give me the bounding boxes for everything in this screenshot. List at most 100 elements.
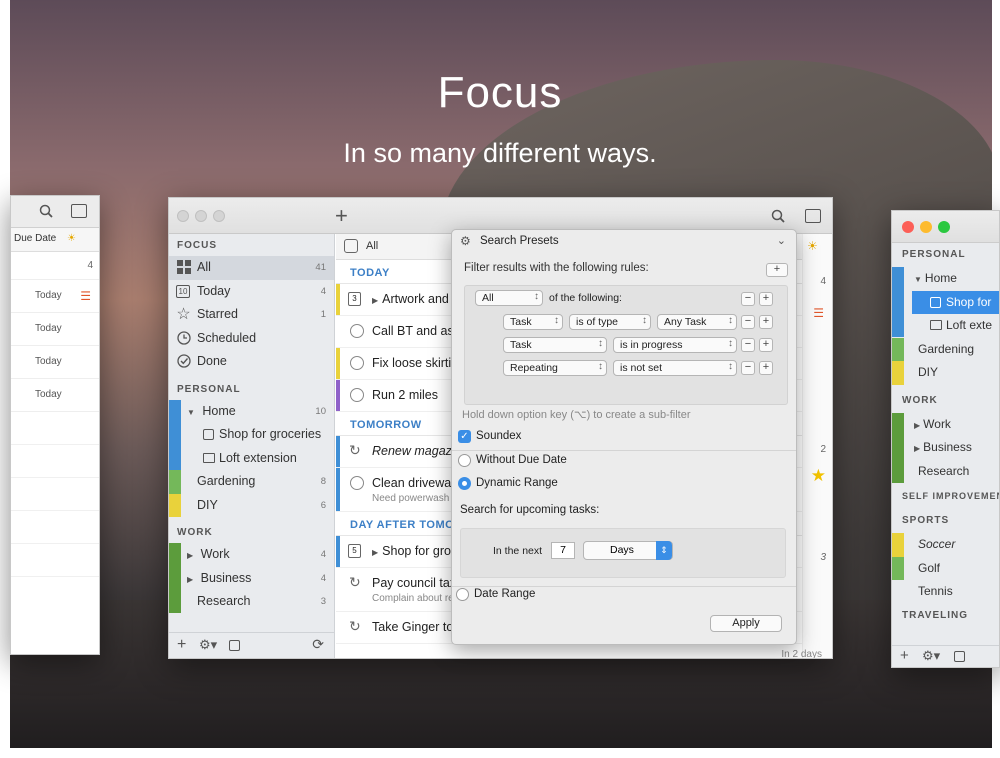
sidebar-item-label: Today <box>197 283 231 298</box>
disclosure-triangle-icon[interactable]: ▼ <box>187 408 195 417</box>
sidebar-item-gardening[interactable]: Gardening 8 <box>169 470 334 494</box>
sidebar-item-shop-for-groceries[interactable]: Shop for groceries <box>169 423 334 447</box>
sidebar-item-business[interactable]: ▶ Business 4 <box>169 567 334 591</box>
close-button[interactable] <box>177 210 189 222</box>
add-icon[interactable]: + <box>900 647 909 664</box>
remove-rule-button[interactable]: − <box>741 315 755 329</box>
star-icon[interactable]: ★ <box>811 466 826 486</box>
sidebar-item-home[interactable]: ▼ Home <box>892 267 999 337</box>
minimize-button[interactable] <box>195 210 207 222</box>
add-icon[interactable]: + <box>177 636 186 654</box>
add-rule-button[interactable]: + <box>759 292 773 306</box>
task-checkbox[interactable] <box>350 388 364 402</box>
unit-select[interactable]: Days ⇕ <box>583 541 673 560</box>
add-rule-button[interactable]: + <box>759 361 773 375</box>
rule-operator-select[interactable]: is not set <box>613 360 737 376</box>
sidebar-toggle-icon[interactable] <box>71 204 87 218</box>
list-item[interactable]: Today ☰ <box>11 280 99 313</box>
sidebar-toggle-icon[interactable] <box>805 209 821 223</box>
disclosure-triangle-icon[interactable]: ▶ <box>187 575 193 584</box>
add-rule-button[interactable]: + <box>759 338 773 352</box>
task-checkbox[interactable] <box>350 324 364 338</box>
match-select[interactable]: All <box>475 290 543 306</box>
sidebar-item-label: DIY <box>197 497 218 512</box>
disclosure-triangle-icon[interactable]: ▶ <box>187 551 193 560</box>
disclosure-triangle-icon[interactable]: ▶ <box>914 444 920 453</box>
sidebar-item-done[interactable]: Done <box>169 350 334 374</box>
search-icon[interactable] <box>39 204 53 223</box>
sidebar-item-diy[interactable]: DIY 6 <box>169 493 334 517</box>
sidebar-item-gardening[interactable]: Gardening <box>892 337 999 361</box>
rule-operator-select[interactable]: is in progress <box>613 337 737 353</box>
list-item[interactable]: Today <box>11 313 99 346</box>
add-task-icon[interactable]: + <box>335 203 348 229</box>
filter-icon[interactable] <box>344 239 358 253</box>
sidebar-item-loft-extension[interactable]: Loft extension <box>169 447 334 471</box>
sidebar-item-research[interactable]: Research 3 <box>169 590 334 614</box>
remove-rule-button[interactable]: − <box>741 292 755 306</box>
sidebar-item-tennis[interactable]: Tennis <box>892 580 999 604</box>
sidebar-item-all[interactable]: All 41 <box>169 256 334 280</box>
calendar-icon[interactable] <box>954 651 965 662</box>
disclosure-triangle-icon[interactable]: ▶ <box>372 548 378 557</box>
sort-label: Due Date <box>14 233 57 244</box>
sun-icon[interactable]: ☀ <box>67 233 76 244</box>
remove-rule-button[interactable]: − <box>741 338 755 352</box>
rule-field-select[interactable]: Repeating <box>503 360 607 376</box>
minimize-button[interactable] <box>920 221 932 233</box>
calendar-icon: 10 <box>176 284 190 298</box>
sidebar-item-business[interactable]: ▶ Business <box>892 436 999 460</box>
sidebar-item-label: Gardening <box>197 474 256 488</box>
sidebar-item-today[interactable]: 10 Today 4 <box>169 280 334 304</box>
calendar-icon[interactable] <box>229 640 240 651</box>
rule-field-select[interactable]: Task <box>503 337 607 353</box>
list-item[interactable]: Today <box>11 346 99 379</box>
without-due-date-radio[interactable]: Without Due Date <box>458 454 567 467</box>
sidebar-item-shop-for[interactable]: Shop for <box>912 290 999 314</box>
chevron-down-icon[interactable]: ⌄ <box>777 234 786 247</box>
sun-icon[interactable]: ☀ <box>807 239 818 253</box>
sidebar-item-scheduled[interactable]: Scheduled <box>169 327 334 351</box>
sidebar-item-golf[interactable]: Golf <box>892 556 999 580</box>
add-rule-button[interactable]: + <box>759 315 773 329</box>
hero-title: Focus <box>437 68 563 117</box>
sidebar-item-work[interactable]: ▶ Work 4 <box>169 543 334 613</box>
task-checkbox[interactable] <box>350 476 364 490</box>
task-checkbox[interactable] <box>350 356 364 370</box>
sync-icon[interactable]: ⟳ <box>312 636 324 653</box>
zoom-button[interactable] <box>938 221 950 233</box>
sidebar-header-self-improvement: Self Improvement <box>902 491 1000 501</box>
soundex-checkbox[interactable]: ✓ Soundex <box>458 430 521 443</box>
sidebar-item-home[interactable]: ▼ Home 10 <box>169 399 334 494</box>
sidebar-item-diy[interactable]: DIY <box>892 361 999 385</box>
rule-operator-select[interactable]: is of type <box>569 314 651 330</box>
search-icon[interactable] <box>771 209 785 228</box>
task-title: Run 2 miles <box>372 388 438 402</box>
remove-rule-button[interactable]: − <box>741 361 755 375</box>
apply-button[interactable]: Apply <box>710 615 782 632</box>
sidebar-item-work[interactable]: ▶ Work <box>892 412 999 483</box>
left-sort-filter[interactable]: Due Date ☀ <box>11 228 99 252</box>
task-title: Clean driveway <box>372 476 458 490</box>
days-count-input[interactable]: 7 <box>551 542 575 559</box>
disclosure-triangle-icon[interactable]: ▶ <box>914 421 920 430</box>
sidebar-item-starred[interactable]: ☆ Starred 1 <box>169 303 334 327</box>
zoom-button[interactable] <box>213 210 225 222</box>
disclosure-triangle-icon[interactable]: ▶ <box>372 296 378 305</box>
close-button[interactable] <box>902 221 914 233</box>
sidebar-item-loft-extension[interactable]: Loft exte <box>892 314 999 338</box>
sidebar-item-research[interactable]: Research <box>892 460 999 484</box>
sidebar-item-soccer[interactable]: Soccer <box>892 533 999 557</box>
rule-field-select[interactable]: Task <box>503 314 563 330</box>
list-item[interactable]: Today <box>11 379 99 412</box>
add-rule-button[interactable]: + <box>766 263 788 277</box>
filter-settings-icon: ⚙ <box>460 234 471 248</box>
date-range-radio[interactable]: Date Range <box>456 588 535 601</box>
gear-icon[interactable]: ⚙▾ <box>199 637 217 653</box>
gear-icon[interactable]: ⚙▾ <box>922 648 940 664</box>
sidebar-item-label: Business <box>923 440 972 454</box>
disclosure-triangle-icon[interactable]: ▼ <box>914 275 922 284</box>
dynamic-range-radio[interactable]: Dynamic Range <box>458 477 558 490</box>
filter-label: All <box>366 240 379 252</box>
rule-value-select[interactable]: Any Task <box>657 314 737 330</box>
